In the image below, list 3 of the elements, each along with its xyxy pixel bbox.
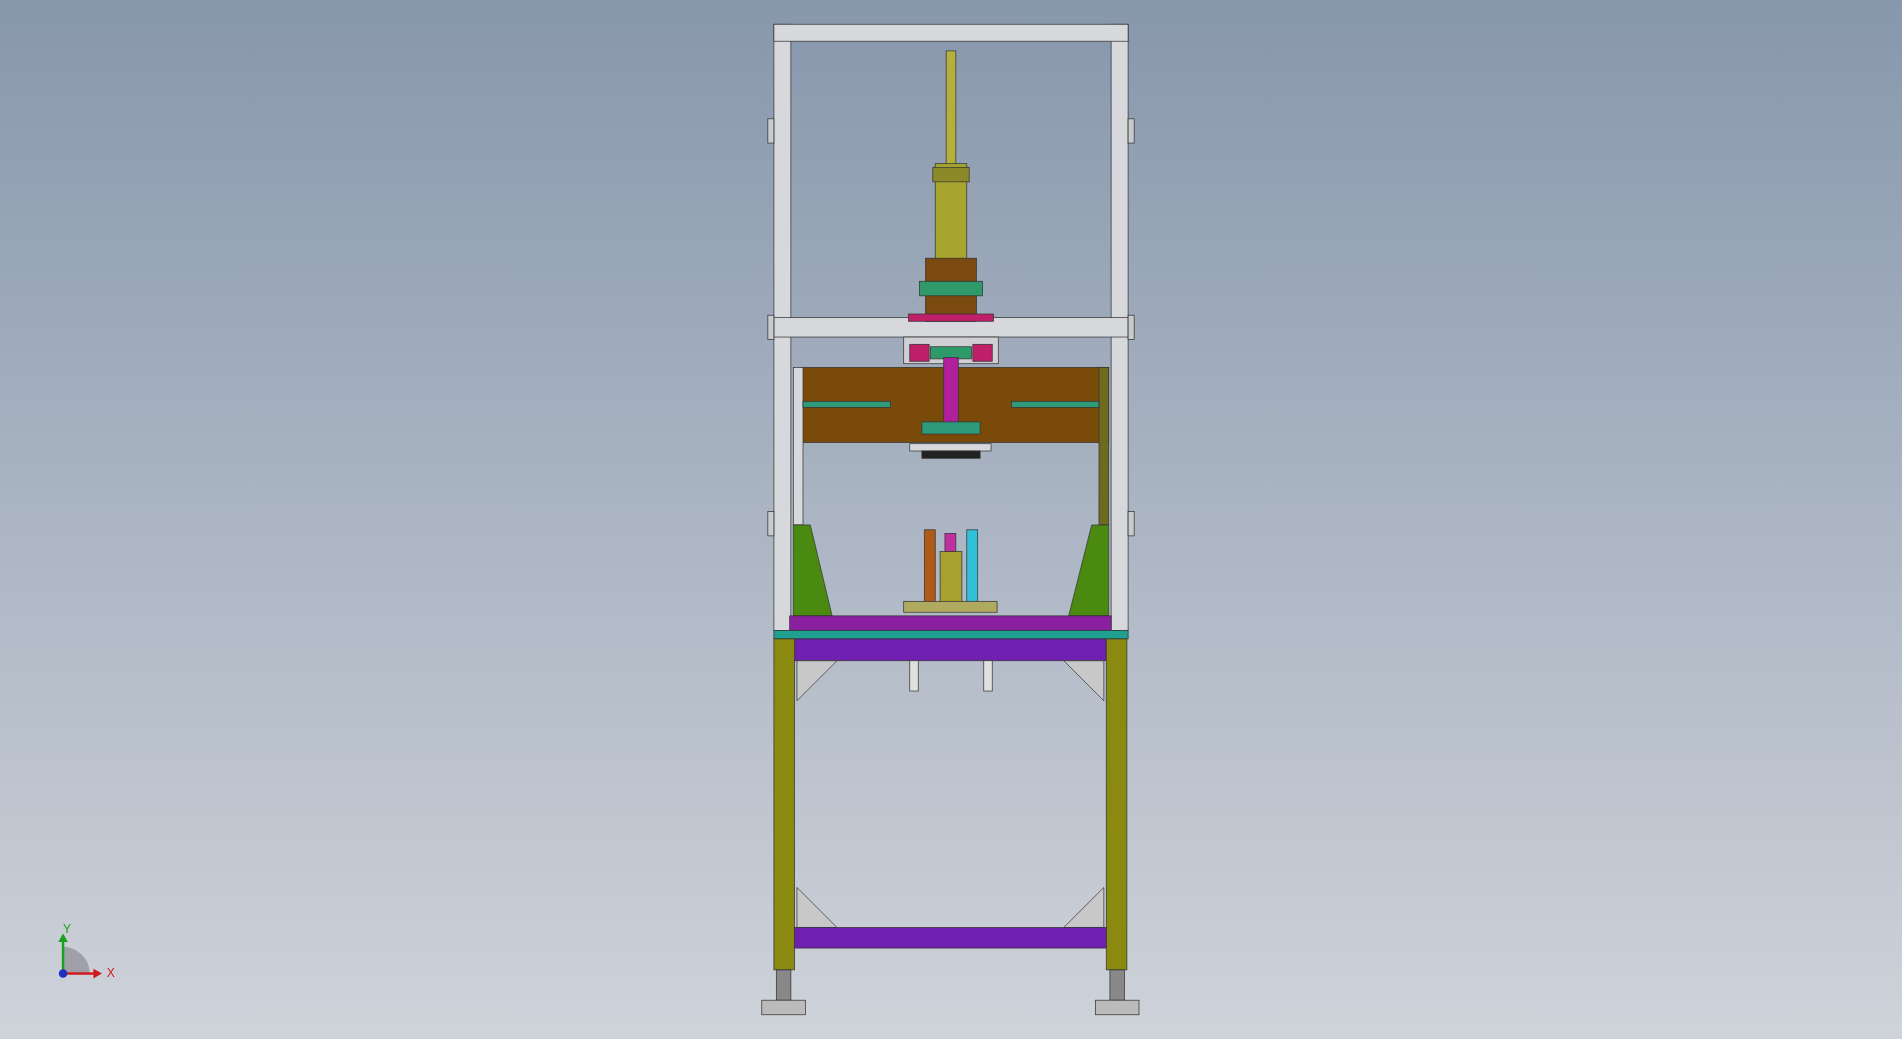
- axis-label: Y: [63, 922, 72, 937]
- axis-triad-icon: [58, 933, 102, 979]
- axis-label: X: [106, 965, 115, 980]
